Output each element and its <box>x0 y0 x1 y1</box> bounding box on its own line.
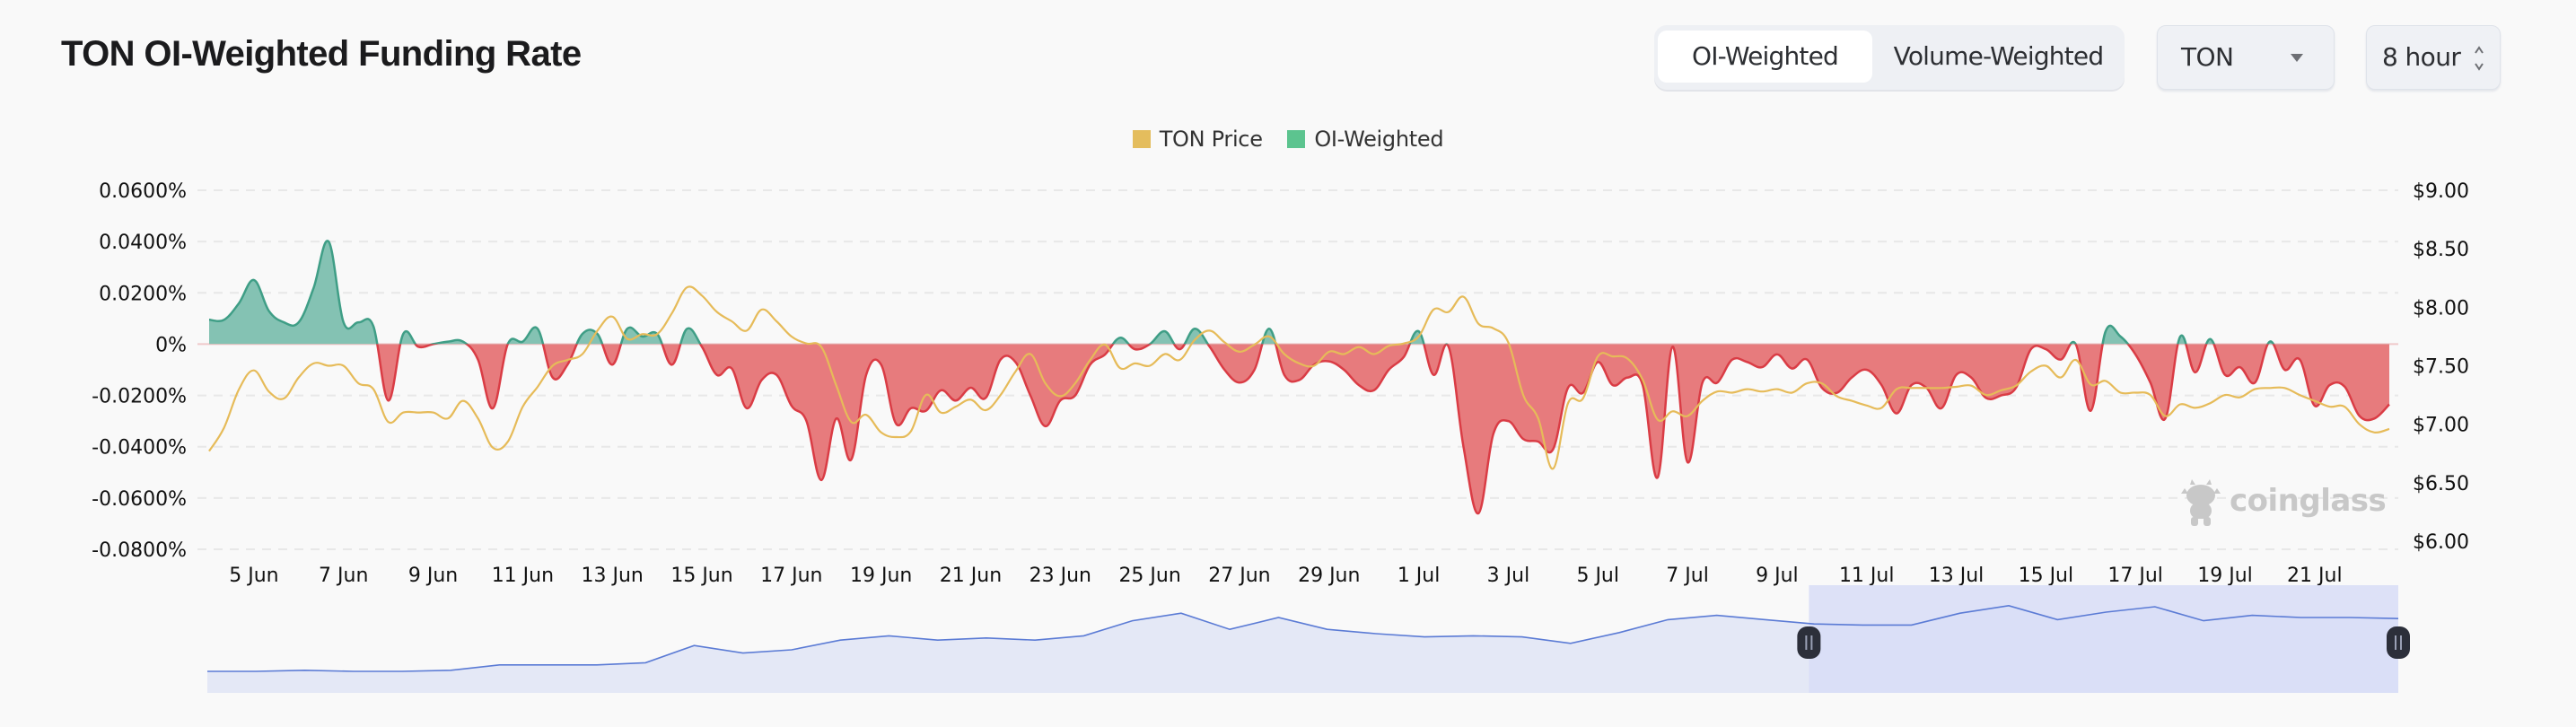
slider-handle-start[interactable] <box>1797 626 1821 659</box>
x-tick-label: 13 Jun <box>582 565 644 587</box>
left-y-tick-label: -0.0200% <box>92 386 187 408</box>
x-tick-label: 15 Jun <box>670 565 732 587</box>
left-y-tick-label: -0.0400% <box>92 437 187 460</box>
coinglass-mascot-icon <box>2181 479 2221 526</box>
right-y-tick-label: $6.50 <box>2413 473 2469 495</box>
x-tick-label: 19 Jun <box>850 565 912 587</box>
x-tick-label: 15 Jul <box>2019 565 2074 587</box>
x-tick-label: 17 Jul <box>2107 565 2163 587</box>
right-y-tick-label: $8.00 <box>2413 297 2469 320</box>
x-tick-label: 7 Jun <box>319 565 368 587</box>
x-tick-label: 29 Jun <box>1298 565 1360 587</box>
overview-selected-window[interactable] <box>1809 585 2398 693</box>
x-tick-label: 1 Jul <box>1398 565 1441 587</box>
drag-handle-icon <box>1797 626 1821 659</box>
left-y-tick-label: 0% <box>155 334 187 356</box>
x-tick-label: 11 Jul <box>1839 565 1895 587</box>
right-y-tick-label: $7.00 <box>2413 415 2469 437</box>
x-tick-label: 21 Jun <box>940 565 1002 587</box>
slider-handle-end[interactable] <box>2387 626 2410 659</box>
x-tick-label: 27 Jun <box>1208 565 1270 587</box>
data-zoom-slider[interactable] <box>207 585 2410 693</box>
x-tick-label: 5 Jun <box>229 565 278 587</box>
left-y-tick-label: -0.0600% <box>92 488 187 511</box>
x-tick-label: 17 Jun <box>760 565 822 587</box>
x-tick-label: 25 Jun <box>1118 565 1180 587</box>
left-y-tick-label: 0.0400% <box>99 232 187 254</box>
watermark-text: coinglass <box>2230 483 2387 519</box>
x-axis: 5 Jun 7 Jun 9 Jun 11 Jun 13 Jun 15 Jun 17 Jun 1… <box>229 565 2342 587</box>
x-tick-label: 19 Jul <box>2197 565 2253 587</box>
right-y-axis: $9.00 $8.50 $8.00 $7.50 $7.00 $6.50 $6.00 <box>2413 180 2469 554</box>
left-y-axis: 0.0600% 0.0400% 0.0200% 0% -0.0200% -0.0400% -… <box>92 180 187 562</box>
funding-rate-chart: 0.0600% 0.0400% 0.0200% 0% -0.0200% -0.0400% -… <box>92 180 2469 693</box>
left-y-tick-label: -0.0800% <box>92 539 187 562</box>
x-tick-label: 9 Jul <box>1756 565 1799 587</box>
drag-handle-icon <box>2387 626 2410 659</box>
x-tick-label: 9 Jun <box>408 565 458 587</box>
left-y-tick-label: 0.0600% <box>99 180 187 203</box>
right-y-tick-label: $9.00 <box>2413 180 2469 203</box>
right-y-tick-label: $8.50 <box>2413 239 2469 261</box>
x-tick-label: 5 Jul <box>1576 565 1619 587</box>
right-y-tick-label: $6.00 <box>2413 531 2469 554</box>
x-tick-label: 11 Jun <box>492 565 554 587</box>
x-tick-label: 7 Jul <box>1666 565 1709 587</box>
x-tick-label: 13 Jul <box>1929 565 1985 587</box>
plot-area <box>208 240 2390 515</box>
right-y-tick-label: $7.50 <box>2413 356 2469 379</box>
x-tick-label: 3 Jul <box>1487 565 1530 587</box>
x-tick-label: 21 Jul <box>2287 565 2343 587</box>
x-tick-label: 23 Jun <box>1030 565 1091 587</box>
left-y-tick-label: 0.0200% <box>99 283 187 305</box>
